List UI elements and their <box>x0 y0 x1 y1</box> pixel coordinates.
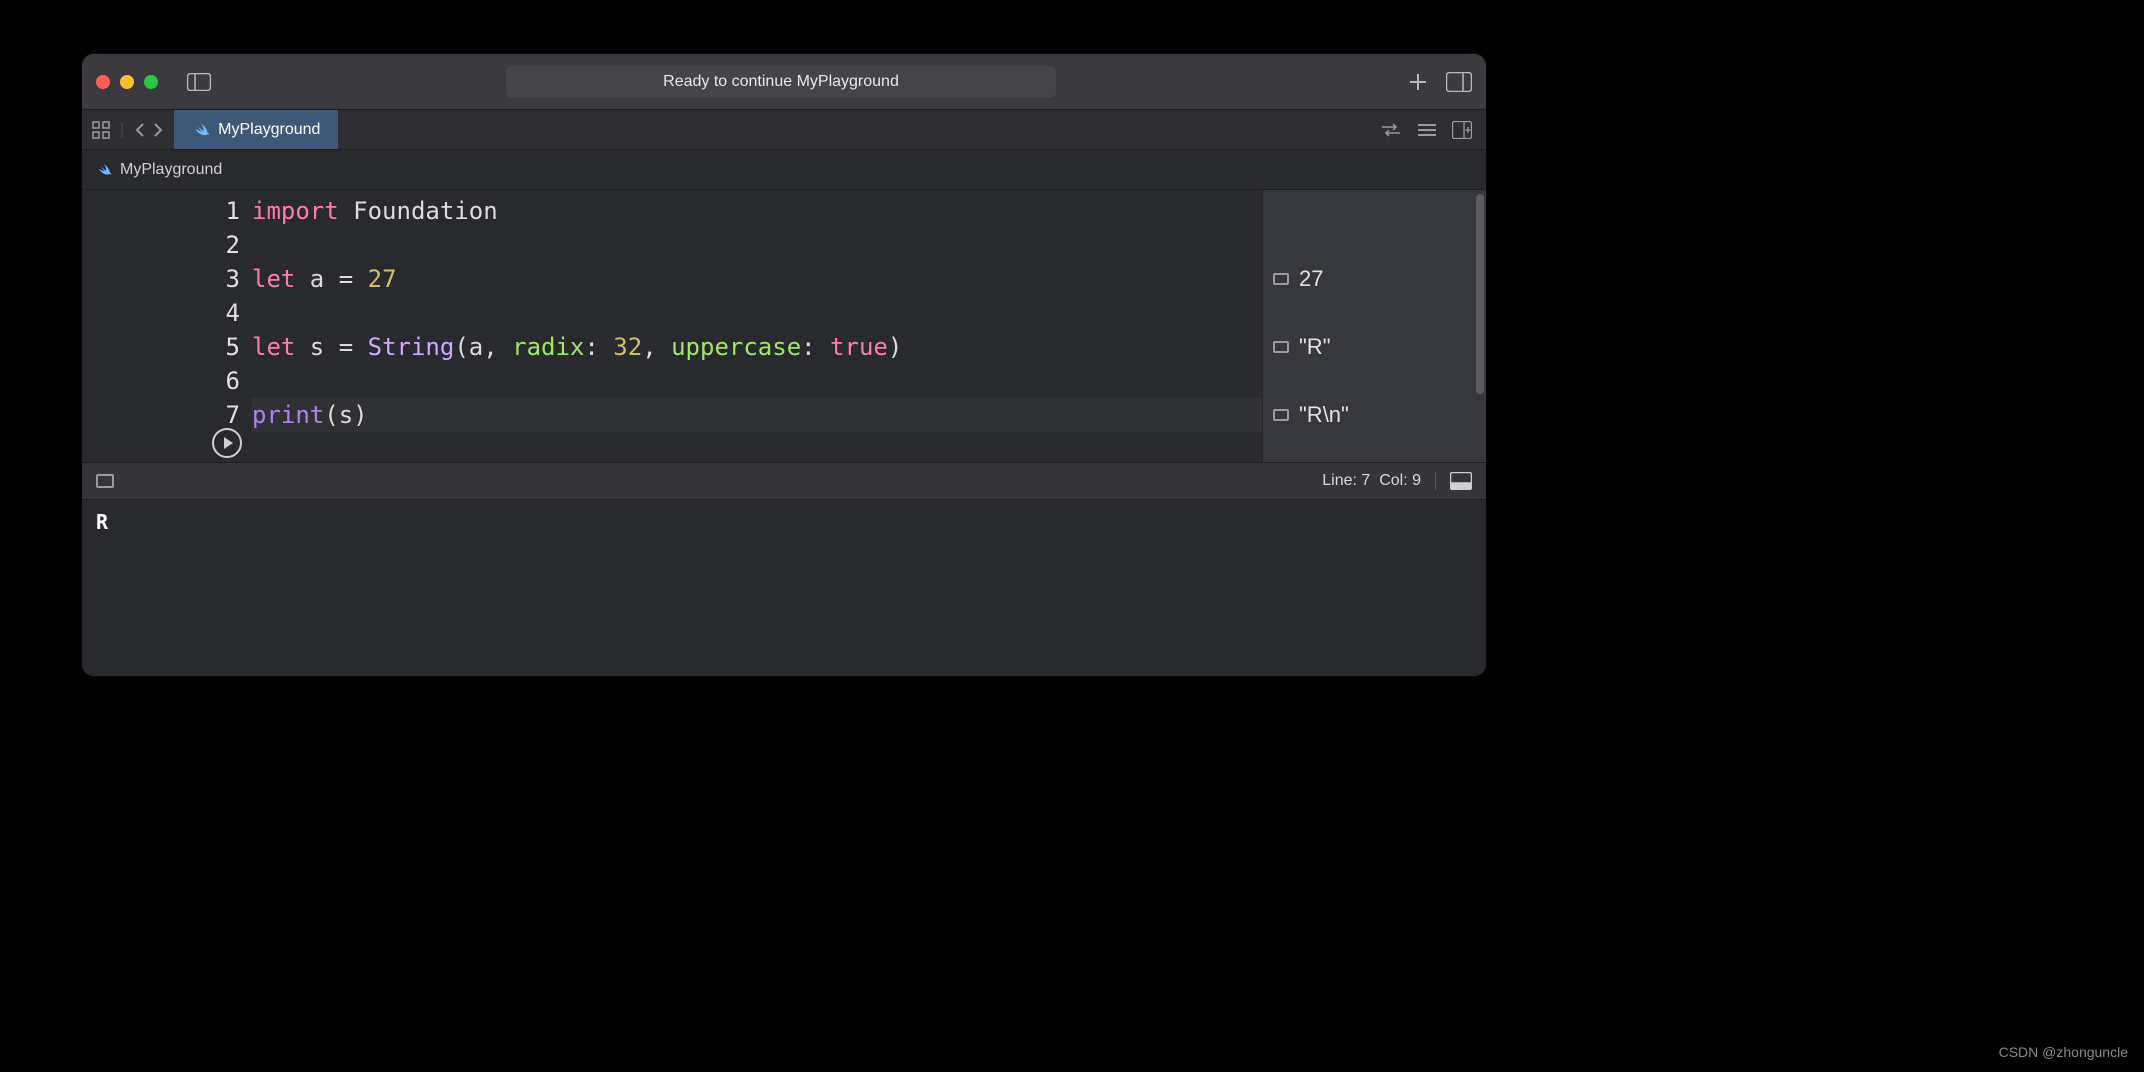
nav-back-icon[interactable] <box>134 122 146 138</box>
traffic-lights <box>96 75 158 89</box>
quicklook-icon[interactable] <box>1273 341 1289 353</box>
debug-bar: Line: 7 Col: 9 <box>82 462 1486 500</box>
code-line[interactable]: import Foundation <box>252 194 1262 228</box>
result-value: "R" <box>1299 334 1331 360</box>
titlebar: Ready to continue MyPlayground <box>82 54 1486 110</box>
line-gutter: 1234567 <box>82 190 252 462</box>
separator <box>1435 472 1436 490</box>
code-line[interactable]: let s = String(a, radix: 32, uppercase: … <box>252 330 1262 364</box>
tab-label: MyPlayground <box>218 121 320 139</box>
result-row[interactable]: "R" <box>1263 330 1486 364</box>
console-output: R <box>96 510 108 534</box>
status-text: Ready to continue MyPlayground <box>663 73 899 91</box>
editor: 1234567 import Foundation let a = 27 let s… <box>82 190 1486 462</box>
zoom-icon[interactable] <box>144 75 158 89</box>
swift-icon <box>96 162 112 178</box>
separator: | <box>120 121 124 139</box>
tab-bar: | MyPlayground <box>82 110 1486 150</box>
status-bar[interactable]: Ready to continue MyPlayground <box>506 66 1056 98</box>
swift-icon <box>192 121 210 139</box>
code-line[interactable] <box>252 364 1262 398</box>
code-line[interactable] <box>252 296 1262 330</box>
nav-forward-icon[interactable] <box>152 122 164 138</box>
quicklook-icon[interactable] <box>1273 409 1289 421</box>
result-row[interactable]: "R\n" <box>1263 398 1486 432</box>
xcode-window: Ready to continue MyPlayground | MyPlayg… <box>82 54 1486 676</box>
code-line[interactable]: let a = 27 <box>252 262 1262 296</box>
quicklook-icon[interactable] <box>1273 273 1289 285</box>
breakpoint-toggle-icon[interactable] <box>96 474 114 488</box>
watermark: CSDN @zhonguncle <box>1999 1044 2128 1060</box>
line-number: 6 <box>82 364 240 398</box>
plus-icon <box>1408 72 1428 92</box>
related-items-icon[interactable] <box>92 121 110 139</box>
sidebar-toggle-button[interactable] <box>182 68 216 96</box>
cursor-position: Line: 7 Col: 9 <box>1322 472 1421 490</box>
result-value: 27 <box>1299 266 1323 292</box>
close-icon[interactable] <box>96 75 110 89</box>
code-line[interactable] <box>252 228 1262 262</box>
swap-icon[interactable] <box>1380 122 1402 138</box>
console[interactable]: R <box>82 500 1486 676</box>
line-number: 1 <box>82 194 240 228</box>
result-value: "R\n" <box>1299 402 1349 428</box>
breadcrumb-label: MyPlayground <box>120 161 222 179</box>
library-button[interactable] <box>1446 72 1472 92</box>
line-number: 5 <box>82 330 240 364</box>
sidebar-icon <box>187 73 211 91</box>
code-line[interactable]: print(s) <box>252 398 1262 432</box>
add-editor-icon[interactable] <box>1452 121 1472 139</box>
line-number: 2 <box>82 228 240 262</box>
breadcrumb[interactable]: MyPlayground <box>82 150 1486 190</box>
code-area[interactable]: import Foundation let a = 27 let s = Strin… <box>252 190 1262 462</box>
results-sidebar: 27 "R" "R\n" <box>1262 190 1486 462</box>
console-toggle-icon[interactable] <box>1450 472 1472 490</box>
panel-icon <box>1446 72 1472 92</box>
tab-myplayground[interactable]: MyPlayground <box>174 110 338 149</box>
line-number: 4 <box>82 296 240 330</box>
minimize-icon[interactable] <box>120 75 134 89</box>
format-icon[interactable] <box>1416 122 1438 138</box>
line-number: 7 <box>82 398 240 432</box>
line-number: 3 <box>82 262 240 296</box>
result-row[interactable]: 27 <box>1263 262 1486 296</box>
add-button[interactable] <box>1408 72 1428 92</box>
run-button[interactable] <box>212 428 242 458</box>
